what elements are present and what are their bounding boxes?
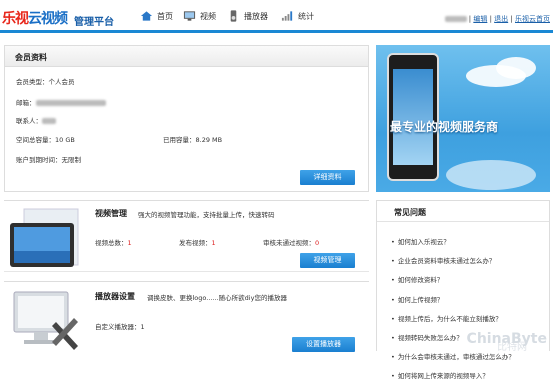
video-section-desc: 强大的视频管理功能，支持批量上传，快速转码 (138, 211, 275, 219)
faq-item[interactable]: 如何修改资料？ (391, 274, 515, 284)
video-published: 发布视频：1 (179, 239, 216, 247)
nav-stats[interactable]: 统计 (281, 10, 314, 22)
user-menu: | 编辑 | 退出 | 乐视云首页 (444, 14, 550, 24)
custom-player-count: 自定义播放器：1 (95, 323, 145, 331)
player-icon (230, 10, 237, 22)
faq-item[interactable]: 如何将网上传来源的视频导入？ (391, 370, 515, 380)
phone-image (387, 53, 439, 181)
promo-banner[interactable]: 最专业的视频服务商 (376, 45, 550, 192)
account-panel-title: 会员资料 (5, 46, 368, 67)
contact-blurred (42, 118, 56, 124)
expire-row: 账户到期时间：无限制 (16, 156, 81, 164)
video-total: 视频总数：1 (95, 239, 132, 247)
edit-link[interactable]: 编辑 (473, 15, 487, 23)
monitor-icon (183, 11, 196, 21)
total-space-row: 空间总容量：10 GB (16, 136, 75, 144)
video-rejected: 审核未通过视频：0 (263, 239, 320, 247)
faq-panel: 常见问题 如何加入乐视云？ 企业会员资料审核未通过怎么办？ 如何修改资料？ 如何… (376, 200, 550, 380)
platform-title: 管理平台 (74, 17, 114, 28)
used-space-row: 已用容量：8.29 MB (163, 136, 223, 144)
tablet-image (10, 208, 79, 267)
home-icon (140, 11, 153, 21)
username-blurred (444, 16, 467, 22)
player-section-title: 播放器设置 (95, 292, 135, 301)
letv-cloud-home-link[interactable]: 乐视云首页 (515, 15, 550, 23)
logo[interactable]: 乐视云视频 (2, 8, 68, 28)
top-bar: 乐视云视频 管理平台 首页 视频 播放器 统计 | 编辑 | 退出 | 乐视云首… (0, 0, 553, 33)
member-type-row: 会员类型：个人会员 (16, 78, 75, 86)
contact-row: 联系人： (16, 115, 56, 125)
account-details-button[interactable]: 详细资料 (300, 170, 355, 185)
bar-chart-icon (281, 11, 293, 21)
faq-title: 常见问题 (377, 201, 549, 222)
email-row: 邮箱： (16, 97, 106, 107)
faq-item[interactable]: 视频上传后，为什么不能立刻播放？ (391, 313, 515, 323)
faq-item[interactable]: 企业会员资料审核未通过怎么办？ (391, 255, 515, 265)
nav-video[interactable]: 视频 (183, 10, 216, 22)
video-section-title: 视频管理 (95, 209, 127, 218)
nav-home[interactable]: 首页 (140, 10, 173, 22)
video-management-button[interactable]: 视频管理 (300, 253, 355, 268)
email-blurred (35, 100, 106, 106)
banner-text: 最专业的视频服务商 (390, 120, 499, 134)
faq-item[interactable]: 如何加入乐视云？ (391, 236, 515, 246)
logout-link[interactable]: 退出 (494, 15, 508, 23)
faq-list: 如何加入乐视云？ 企业会员资料审核未通过怎么办？ 如何修改资料？ 如何上传视频？… (391, 236, 515, 390)
faq-item[interactable]: 如何上传视频？ (391, 294, 515, 304)
monitor-tools-image (13, 291, 78, 350)
player-settings-button[interactable]: 设置播放器 (292, 337, 355, 352)
nav-player[interactable]: 播放器 (227, 10, 268, 22)
player-section-desc: 调换皮肤、更换logo......随心所欲diy您的播放器 (147, 294, 287, 302)
